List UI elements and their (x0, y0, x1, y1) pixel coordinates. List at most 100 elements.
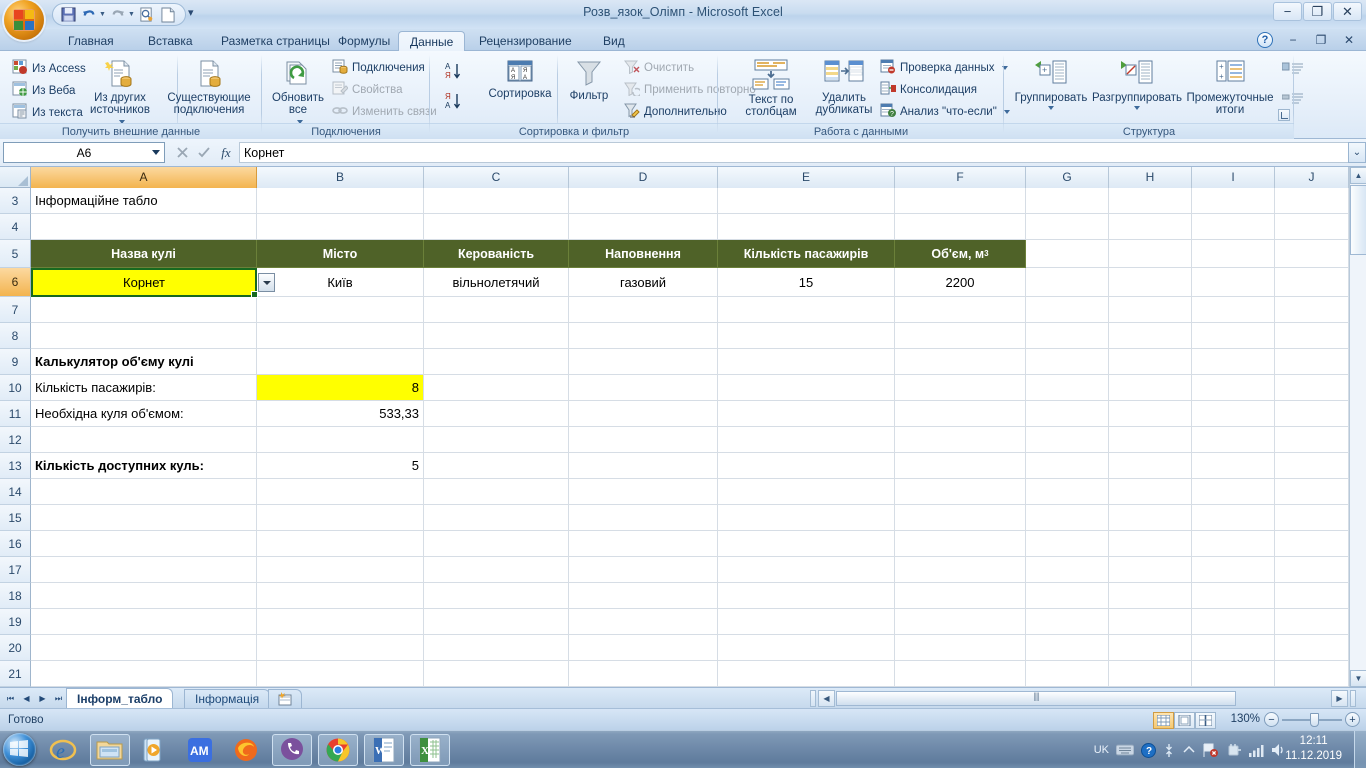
cell-j10[interactable] (1275, 375, 1349, 401)
from-text-button[interactable]: Из текста (12, 103, 83, 122)
signal-strength-icon[interactable] (1248, 744, 1264, 757)
cell-i7[interactable] (1192, 297, 1275, 323)
from-access-button[interactable]: Из Access (12, 59, 86, 78)
cell-g7[interactable] (1026, 297, 1109, 323)
normal-view-button[interactable] (1153, 712, 1174, 729)
cell-c18[interactable] (424, 583, 569, 609)
sort-ascending-button[interactable]: АЯ (444, 61, 462, 85)
sort-descending-button[interactable]: ЯА (444, 91, 462, 115)
cell-c19[interactable] (424, 609, 569, 635)
help-button[interactable]: ? (1252, 31, 1278, 48)
column-header-e[interactable]: E (718, 167, 895, 188)
cell-g14[interactable] (1026, 479, 1109, 505)
cell-b18[interactable] (257, 583, 424, 609)
cell-f6[interactable]: 2200 (895, 268, 1026, 297)
cell-g4[interactable] (1026, 214, 1109, 240)
vertical-scroll-thumb[interactable] (1350, 185, 1366, 255)
chevron-down-icon[interactable] (1134, 106, 1140, 110)
tab-вид[interactable]: Вид (592, 31, 636, 51)
cell-i4[interactable] (1192, 214, 1275, 240)
cell-a10[interactable]: Кількість пасажирів: (31, 375, 257, 401)
cell-g15[interactable] (1026, 505, 1109, 531)
cell-g8[interactable] (1026, 323, 1109, 349)
cell-d6[interactable]: газовий (569, 268, 718, 297)
cell-a18[interactable] (31, 583, 257, 609)
cell-e15[interactable] (718, 505, 895, 531)
tab-рецензирование[interactable]: Рецензирование (468, 31, 583, 51)
page-break-view-button[interactable] (1195, 712, 1216, 729)
cell-g13[interactable] (1026, 453, 1109, 479)
cell-j18[interactable] (1275, 583, 1349, 609)
cell-a7[interactable] (31, 297, 257, 323)
cell-e18[interactable] (718, 583, 895, 609)
cell-h6[interactable] (1109, 268, 1192, 297)
cell-c15[interactable] (424, 505, 569, 531)
cell-i16[interactable] (1192, 531, 1275, 557)
column-header-b[interactable]: B (257, 167, 424, 188)
cell-h14[interactable] (1109, 479, 1192, 505)
cell-j21[interactable] (1275, 661, 1349, 687)
cell-j15[interactable] (1275, 505, 1349, 531)
cell-h13[interactable] (1109, 453, 1192, 479)
language-indicator[interactable]: UK (1094, 744, 1109, 756)
cell-f16[interactable] (895, 531, 1026, 557)
advanced-filter-button[interactable]: Дополнительно (624, 103, 727, 121)
taskbar-excel[interactable]: X (410, 734, 450, 766)
cell-g19[interactable] (1026, 609, 1109, 635)
cell-h20[interactable] (1109, 635, 1192, 661)
cell-j14[interactable] (1275, 479, 1349, 505)
cell-j17[interactable] (1275, 557, 1349, 583)
last-sheet-button[interactable]: ⏭ (51, 691, 66, 706)
cell-h19[interactable] (1109, 609, 1192, 635)
close-workbook-button[interactable]: ✕ (1336, 31, 1362, 48)
cell-a6-selected[interactable]: Корнет (31, 268, 258, 298)
zoom-slider[interactable]: − + (1264, 712, 1360, 728)
cell-i17[interactable] (1192, 557, 1275, 583)
row-header-15[interactable]: 15 (0, 505, 31, 531)
cell-j16[interactable] (1275, 531, 1349, 557)
tab-формулы[interactable]: Формулы (327, 31, 401, 51)
validation-dropdown-button[interactable] (258, 273, 275, 292)
cell-d5-header[interactable]: Наповнення (569, 240, 718, 268)
cell-b4[interactable] (257, 214, 424, 240)
cell-h15[interactable] (1109, 505, 1192, 531)
cell-h17[interactable] (1109, 557, 1192, 583)
cell-c14[interactable] (424, 479, 569, 505)
cell-d9[interactable] (569, 349, 718, 375)
cell-i15[interactable] (1192, 505, 1275, 531)
cell-e20[interactable] (718, 635, 895, 661)
cell-e19[interactable] (718, 609, 895, 635)
cell-f20[interactable] (895, 635, 1026, 661)
row-header-6[interactable]: 6 (0, 268, 31, 297)
cell-e6[interactable]: 15 (718, 268, 895, 297)
horizontal-scroll-thumb[interactable] (836, 691, 1236, 706)
cell-g9[interactable] (1026, 349, 1109, 375)
row-header-17[interactable]: 17 (0, 557, 31, 583)
cell-c20[interactable] (424, 635, 569, 661)
cell-f17[interactable] (895, 557, 1026, 583)
cell-h21[interactable] (1109, 661, 1192, 687)
sheet-tab-informtablo[interactable]: Інформ_табло (66, 688, 174, 708)
cell-h8[interactable] (1109, 323, 1192, 349)
cell-g21[interactable] (1026, 661, 1109, 687)
cell-i18[interactable] (1192, 583, 1275, 609)
cell-d12[interactable] (569, 427, 718, 453)
cell-e4[interactable] (718, 214, 895, 240)
cell-i6[interactable] (1192, 268, 1275, 297)
cell-j12[interactable] (1275, 427, 1349, 453)
row-header-20[interactable]: 20 (0, 635, 31, 661)
cell-h7[interactable] (1109, 297, 1192, 323)
cell-b10[interactable]: 8 (257, 375, 424, 401)
cell-b16[interactable] (257, 531, 424, 557)
cell-c11[interactable] (424, 401, 569, 427)
cell-i3[interactable] (1192, 188, 1275, 214)
row-header-4[interactable]: 4 (0, 214, 31, 240)
cell-c4[interactable] (424, 214, 569, 240)
cell-j8[interactable] (1275, 323, 1349, 349)
cell-c17[interactable] (424, 557, 569, 583)
taskbar-media-player[interactable] (134, 734, 174, 766)
keyboard-icon[interactable] (1116, 744, 1134, 756)
column-header-g[interactable]: G (1026, 167, 1109, 188)
from-other-sources-button[interactable]: Из других источников (84, 59, 156, 128)
row-header-5[interactable]: 5 (0, 240, 31, 268)
